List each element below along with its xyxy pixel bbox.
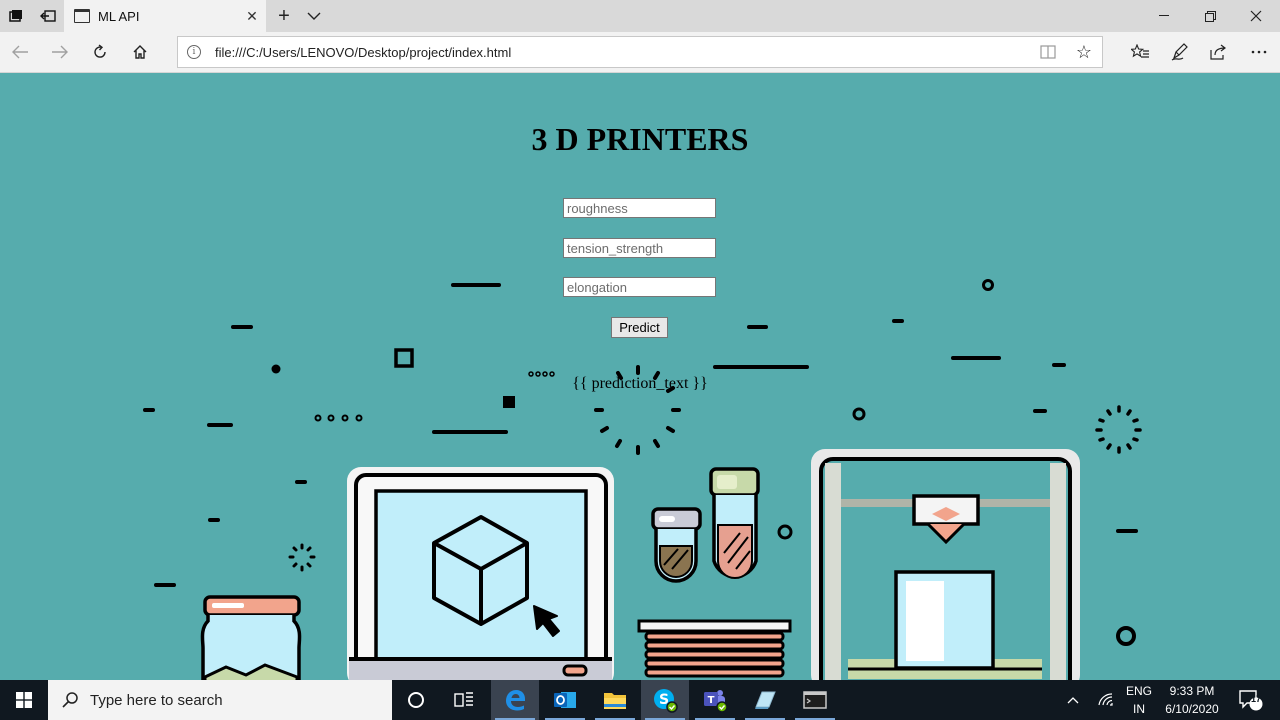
close-tab-icon[interactable]: ✕ [238,8,266,25]
elongation-field[interactable] [563,277,716,297]
predict-button[interactable]: Predict [611,317,668,338]
back-arrow-icon[interactable] [0,32,40,72]
new-tab-icon[interactable]: + [270,0,298,32]
outlook-icon[interactable] [541,680,589,720]
close-window-icon[interactable] [1233,0,1279,32]
home-icon[interactable] [120,32,160,72]
edge-browser-icon[interactable] [491,680,539,720]
set-tabs-aside-icon[interactable] [32,0,64,32]
address-bar[interactable]: i file:///C:/Users/LENOVO/Desktop/projec… [177,36,1103,68]
tension-strength-field[interactable] [563,238,716,258]
info-icon[interactable]: i [187,45,201,59]
cortana-icon[interactable] [392,680,440,720]
minimize-icon[interactable] [1141,0,1187,32]
svg-text:T: T [708,695,715,706]
notification-count-badge: 17 [1250,694,1261,704]
search-icon [62,692,78,708]
language-indicator[interactable]: ENG IN [1122,682,1156,718]
action-center-icon[interactable]: 17 [1230,680,1270,720]
search-placeholder: Type here to search [90,691,223,709]
more-icon[interactable] [1239,32,1279,72]
language-code: ENG [1125,684,1152,698]
tab-title: ML API [98,8,140,24]
title-bar: ML API ✕ + [0,0,1280,32]
roughness-field[interactable] [563,198,716,218]
favorite-star-icon[interactable]: ☆ [1066,42,1102,63]
notepad-app-icon[interactable] [741,680,789,720]
clock-date: 6/10/2020 [1165,702,1219,716]
favorites-list-icon[interactable] [1120,32,1160,72]
clock[interactable]: 9:33 PM 6/10/2020 [1160,682,1224,718]
page-content: 3 D PRINTERS Predict {{ prediction_text … [0,73,1280,680]
skype-icon[interactable]: S [641,680,689,720]
page-icon [74,9,90,23]
share-icon[interactable] [1199,32,1239,72]
chevron-down-icon[interactable] [300,0,328,32]
task-view-icon[interactable] [440,680,488,720]
navigation-bar: i file:///C:/Users/LENOVO/Desktop/projec… [0,32,1280,73]
url-text[interactable]: file:///C:/Users/LENOVO/Desktop/project/… [215,45,1030,60]
clock-time: 9:33 PM [1169,684,1215,698]
forward-arrow-icon[interactable] [40,32,80,72]
teams-icon[interactable]: T [691,680,739,720]
pen-icon[interactable] [1160,32,1200,72]
reading-view-icon[interactable] [1030,45,1066,59]
wifi-icon[interactable] [1094,680,1118,720]
file-explorer-icon[interactable] [591,680,639,720]
page-title: 3 D PRINTERS [531,121,749,157]
tab-actions-icon[interactable] [0,0,32,32]
prediction-text: {{ prediction_text }} [572,375,708,392]
show-hidden-icons-chevron-icon[interactable] [1061,680,1085,720]
browser-tab[interactable]: ML API ✕ [64,0,266,32]
windows-start-icon[interactable] [0,680,48,720]
language-region: IN [1133,702,1145,716]
taskbar: Type here to search S T ENG IN 9:33 PM 6… [0,680,1280,720]
restore-icon[interactable] [1187,0,1233,32]
taskbar-search-box[interactable]: Type here to search [48,680,392,720]
command-prompt-icon[interactable] [791,680,839,720]
refresh-icon[interactable] [80,32,120,72]
